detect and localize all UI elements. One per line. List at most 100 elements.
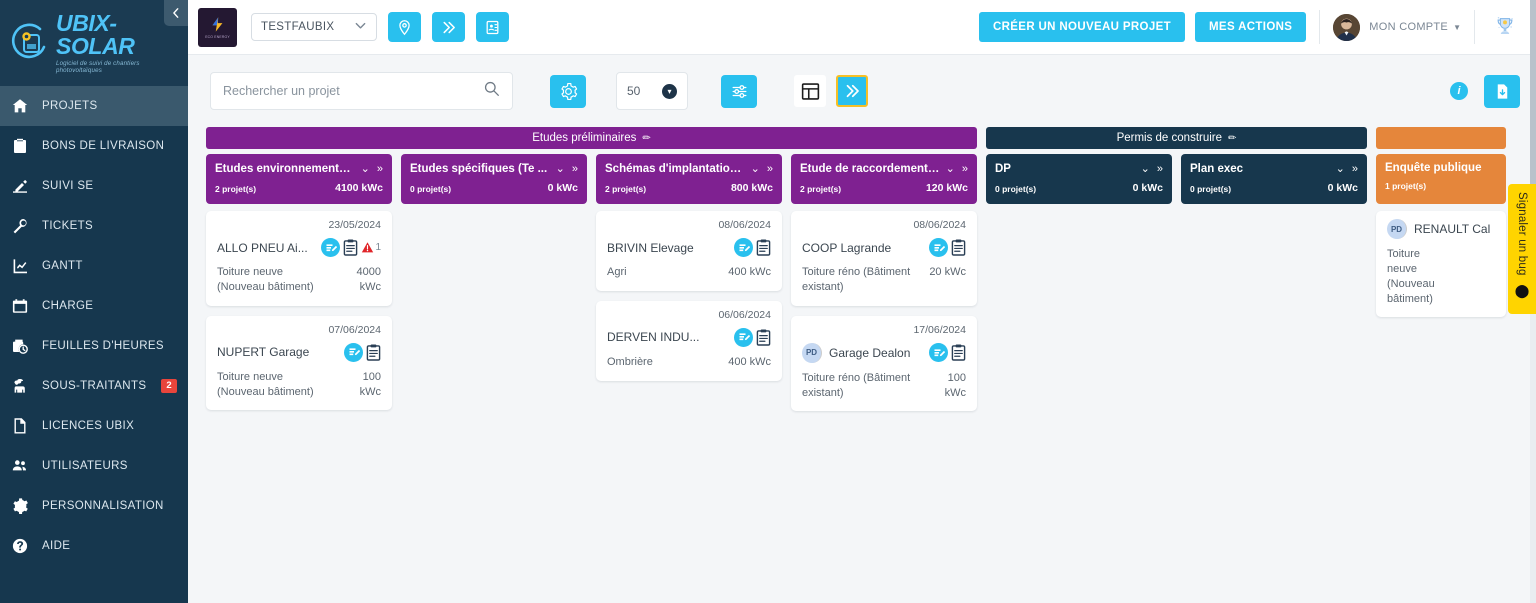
clipboard-icon[interactable]	[756, 239, 771, 256]
create-project-button[interactable]: CRÉER UN NOUVEAU PROJET	[979, 12, 1185, 42]
project-card[interactable]: 08/06/2024COOP LagrandeToiture réno (Bât…	[791, 211, 977, 306]
card-project-type: Toiture réno (Bâtiment existant)	[802, 371, 918, 401]
sidebar-item-label: CHARGE	[42, 300, 93, 312]
card-project-type: Agri	[607, 265, 720, 280]
double-chevron-right-button[interactable]	[432, 12, 465, 42]
card-kwc: 400 kWc	[728, 355, 771, 370]
sidebar-item-aide[interactable]: AIDE	[0, 526, 188, 566]
double-chevron-right-icon[interactable]: »	[1352, 163, 1358, 175]
info-icon[interactable]: i	[1450, 82, 1468, 100]
sidebar: UBIX-SOLAR Logiciel de suivi de chantier…	[0, 0, 188, 603]
card-project-name: DERVEN INDU...	[607, 330, 699, 344]
report-bug-tab[interactable]: Signaler un bug ⬤	[1508, 184, 1536, 314]
project-card[interactable]: 07/06/2024NUPERT GarageToiture neuve (No…	[206, 316, 392, 411]
my-actions-button[interactable]: MES ACTIONS	[1195, 12, 1306, 42]
card-name-wrap: ALLO PNEU Ai...	[217, 241, 308, 255]
clipboard-icon[interactable]	[366, 344, 381, 361]
sidebar-item-gantt[interactable]: GANTT	[0, 246, 188, 286]
sidebar-item-sous-traitants[interactable]: SOUS-TRAITANTS2	[0, 366, 188, 406]
search-box[interactable]	[210, 72, 513, 110]
sidebar-item-projets[interactable]: PROJETS	[0, 86, 188, 126]
double-chevron-right-icon[interactable]: »	[962, 163, 968, 175]
card-date: 17/06/2024	[802, 324, 966, 336]
edit-circle-icon[interactable]	[734, 238, 753, 257]
sidebar-item-label: FEUILLES D'HEURES	[42, 340, 164, 352]
column-total-kwc: 0 kWc	[548, 182, 578, 194]
edit-circle-icon[interactable]	[929, 238, 948, 257]
double-chevron-right-icon[interactable]: »	[1157, 163, 1163, 175]
export-document-button[interactable]	[1484, 75, 1520, 108]
edit-circle-icon[interactable]	[929, 343, 948, 362]
card-kwc: 4000 kWc	[341, 265, 381, 295]
map-pin-button[interactable]	[388, 12, 421, 42]
account-menu[interactable]: MON COMPTE ▼	[1333, 14, 1461, 41]
project-card[interactable]: 23/05/2024ALLO PNEU Ai...1Toiture neuve …	[206, 211, 392, 306]
pencil-icon[interactable]: ✏	[1228, 133, 1236, 144]
double-chevron-right-icon[interactable]: »	[572, 163, 578, 175]
sidebar-collapse-button[interactable]	[164, 0, 188, 26]
filter-button[interactable]	[721, 75, 757, 108]
clipboard-icon	[12, 138, 42, 154]
project-card[interactable]: 06/06/2024DERVEN INDU...Ombrière400 kWc	[596, 301, 782, 381]
chevron-down-icon[interactable]: ⌄	[751, 162, 760, 175]
chevron-down-icon[interactable]: ⌄	[946, 162, 955, 175]
project-card[interactable]: 17/06/2024PDGarage DealonToiture réno (B…	[791, 316, 977, 412]
sidebar-item-tickets[interactable]: TICKETS	[0, 206, 188, 246]
sidebar-item-personnalisation[interactable]: PERSONNALISATION	[0, 486, 188, 526]
sidebar-item-charge[interactable]: CHARGE	[0, 286, 188, 326]
kanban-view-button[interactable]	[836, 75, 868, 107]
edit-circle-icon[interactable]	[734, 328, 753, 347]
board-group-header[interactable]: Etudes préliminaires✏	[206, 127, 977, 149]
page-size-select[interactable]: 50 ▾	[616, 72, 688, 110]
project-card[interactable]: PDRENAULT CalToiture neuve (Nouveau bâti…	[1376, 211, 1506, 317]
chevron-down-icon[interactable]: ⌄	[1141, 162, 1150, 175]
sidebar-nav: PROJETSBONS DE LIVRAISONSUIVI SETICKETSG…	[0, 86, 188, 566]
chevron-down-icon[interactable]: ⌄	[361, 162, 370, 175]
clipboard-icon[interactable]	[756, 329, 771, 346]
edit-circle-icon[interactable]	[344, 343, 363, 362]
sidebar-item-feuilles-d-heures[interactable]: FEUILLES D'HEURES	[0, 326, 188, 366]
home-icon	[12, 98, 42, 114]
edit-circle-icon[interactable]	[321, 238, 340, 257]
document-icon	[12, 418, 42, 434]
column-header-top: DP⌄»	[995, 162, 1163, 175]
chevron-down-icon[interactable]: ⌄	[556, 162, 565, 175]
column-header-top: Etudes environnemental ...⌄»	[215, 162, 383, 175]
board-group-columns: Enquête publique1 projet(s)PDRENAULT Cal…	[1376, 154, 1506, 317]
board-group-header[interactable]: Permis de construire✏	[986, 127, 1367, 149]
warning-badge[interactable]: 1	[361, 241, 381, 254]
customer-logo-label: ECO ENERGY	[205, 35, 230, 39]
pencil-icon[interactable]: ✏	[642, 133, 650, 144]
settings-button[interactable]	[550, 75, 586, 108]
board-group-header[interactable]	[1376, 127, 1506, 149]
card-project-type: Ombrière	[607, 355, 720, 370]
double-chevron-right-icon[interactable]: »	[377, 163, 383, 175]
column-header: Etudes spécifiques (Te ...⌄»0 projet(s)0…	[401, 154, 587, 204]
double-chevron-right-icon[interactable]: »	[767, 163, 773, 175]
trophy-icon[interactable]	[1488, 14, 1522, 40]
company-select[interactable]: TESTFAUBIX	[251, 13, 377, 41]
board-group: Permis de construire✏DP⌄»0 projet(s)0 kW…	[986, 127, 1367, 211]
card-main: DERVEN INDU...	[607, 328, 771, 347]
clipboard-icon[interactable]	[343, 239, 358, 256]
sidebar-item-suivi-se[interactable]: SUIVI SE	[0, 166, 188, 206]
chevron-down-icon	[354, 19, 367, 35]
clipboard-icon[interactable]	[951, 344, 966, 361]
table-view-button[interactable]	[794, 75, 826, 107]
search-input[interactable]	[223, 84, 483, 98]
sidebar-item-bons-de-livraison[interactable]: BONS DE LIVRAISON	[0, 126, 188, 166]
clipboard-icon[interactable]	[951, 239, 966, 256]
sidebar-item-utilisateurs[interactable]: UTILISATEURS	[0, 446, 188, 486]
project-card[interactable]: 08/06/2024BRIVIN ElevageAgri400 kWc	[596, 211, 782, 291]
column-header-top: Etude de raccordements ...⌄»	[800, 162, 968, 175]
address-book-button[interactable]	[476, 12, 509, 42]
sidebar-item-licences-ubix[interactable]: LICENCES UBIX	[0, 406, 188, 446]
card-footer: Toiture neuve (Nouveau bâtiment)100 kWc	[217, 370, 381, 400]
card-project-type: Toiture neuve (Nouveau bâtiment)	[1387, 247, 1447, 306]
column-total-kwc: 120 kWc	[926, 182, 968, 194]
card-project-name: ALLO PNEU Ai...	[217, 241, 308, 255]
board-column: DP⌄»0 projet(s)0 kWc	[986, 154, 1172, 211]
chevron-down-icon[interactable]: ⌄	[1336, 162, 1345, 175]
card-footer: Toiture neuve (Nouveau bâtiment)	[1387, 247, 1495, 306]
column-cards: PDRENAULT CalToiture neuve (Nouveau bâti…	[1376, 211, 1506, 317]
